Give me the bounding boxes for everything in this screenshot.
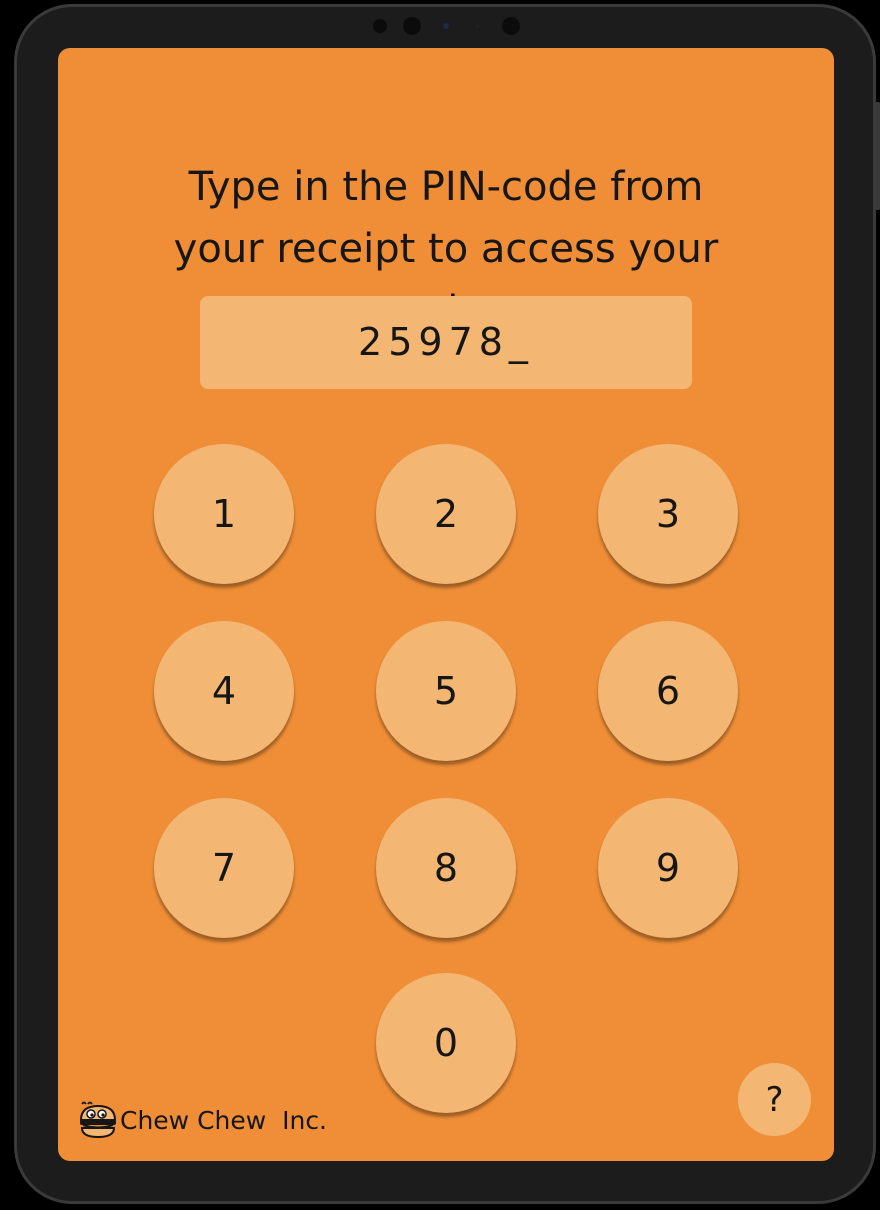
prompt-line-2: your receipt to access your: [173, 226, 719, 272]
key-1-button[interactable]: 1: [154, 444, 294, 584]
burger-mascot-icon: [78, 1100, 118, 1140]
pin-display: 25978_: [200, 296, 692, 389]
screen: Type in the PIN-code from your receipt t…: [58, 48, 834, 1161]
key-2-button[interactable]: 2: [376, 444, 516, 584]
key-0-button[interactable]: 0: [376, 973, 516, 1113]
key-9-button[interactable]: 9: [598, 798, 738, 938]
key-8-button[interactable]: 8: [376, 798, 516, 938]
sensor-icon: [373, 19, 387, 33]
key-7-button[interactable]: 7: [154, 798, 294, 938]
brand-name: Chew Chew Inc.: [120, 1105, 328, 1135]
key-5-button[interactable]: 5: [376, 621, 516, 761]
help-button[interactable]: ?: [738, 1063, 811, 1136]
camera-lens-icon: [403, 17, 421, 35]
prompt-line-1: Type in the PIN-code from: [188, 164, 704, 210]
camera-dot-icon: [443, 23, 449, 29]
brand: Chew Chew Inc.: [78, 1100, 327, 1140]
key-3-button[interactable]: 3: [598, 444, 738, 584]
key-4-button[interactable]: 4: [154, 621, 294, 761]
key-6-button[interactable]: 6: [598, 621, 738, 761]
light-sensor-icon: [476, 25, 479, 28]
proximity-sensor-icon: [502, 17, 520, 35]
camera-bar: [0, 0, 880, 50]
volume-button: [875, 102, 880, 210]
